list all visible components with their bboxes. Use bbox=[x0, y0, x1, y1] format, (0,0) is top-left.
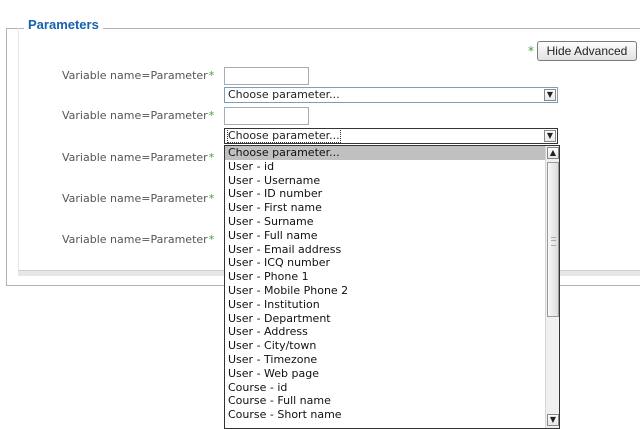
row-2-label-text: Variable name=Parameter bbox=[62, 109, 208, 122]
dropdown-option[interactable]: Course - Full name bbox=[225, 394, 559, 408]
dropdown-option[interactable]: Choose parameter... bbox=[225, 146, 559, 160]
chevron-down-icon[interactable]: ▼ bbox=[547, 414, 559, 426]
chevron-down-icon[interactable]: ▼ bbox=[544, 130, 556, 142]
row-2-parameter-select[interactable]: Choose parameter... ▼ bbox=[224, 128, 558, 144]
dropdown-option[interactable]: User - Username bbox=[225, 174, 559, 188]
row-5-label-text: Variable name=Parameter bbox=[62, 233, 208, 246]
dropdown-option[interactable]: User - City/town bbox=[225, 339, 559, 353]
dropdown-option[interactable]: User - Phone 1 bbox=[225, 270, 559, 284]
scrollbar-thumb[interactable] bbox=[547, 162, 559, 317]
dropdown-option[interactable]: User - First name bbox=[225, 201, 559, 215]
chevron-down-icon[interactable]: ▼ bbox=[544, 89, 556, 101]
hide-advanced-button[interactable]: Hide Advanced bbox=[537, 41, 637, 61]
dropdown-option[interactable]: User - ICQ number bbox=[225, 256, 559, 270]
row-2-text-input[interactable] bbox=[224, 107, 309, 125]
dropdown-option[interactable]: User - ID number bbox=[225, 187, 559, 201]
required-mark: * bbox=[208, 192, 215, 205]
row-4-label-text: Variable name=Parameter bbox=[62, 192, 208, 205]
row-3-label: Variable name=Parameter* bbox=[62, 151, 214, 164]
dropdown-option[interactable]: User - Email address bbox=[225, 243, 559, 257]
dropdown-option[interactable]: User - Timezone bbox=[225, 353, 559, 367]
dropdown-scrollbar[interactable]: ▲ ▼ bbox=[545, 146, 559, 428]
required-mark: * bbox=[208, 109, 215, 122]
row-1-label-text: Variable name=Parameter bbox=[62, 69, 208, 82]
required-mark: * bbox=[208, 233, 215, 246]
dropdown-option[interactable]: User - Full name bbox=[225, 229, 559, 243]
row-1-select-value: Choose parameter... bbox=[228, 88, 340, 101]
dropdown-option[interactable]: User - Surname bbox=[225, 215, 559, 229]
row-2-select-value: Choose parameter... bbox=[227, 128, 341, 143]
dropdown-option[interactable]: Course - Short name bbox=[225, 408, 559, 422]
row-4-label: Variable name=Parameter* bbox=[62, 192, 214, 205]
required-mark: * bbox=[208, 69, 215, 82]
dropdown-option[interactable]: User - id bbox=[225, 160, 559, 174]
grip-icon bbox=[551, 237, 556, 246]
row-1-label: Variable name=Parameter* bbox=[62, 69, 214, 82]
row-1-text-input[interactable] bbox=[224, 67, 309, 85]
parameter-dropdown-list[interactable]: Choose parameter... User - id User - Use… bbox=[224, 145, 560, 429]
dropdown-option[interactable]: User - Institution bbox=[225, 298, 559, 312]
row-3-label-text: Variable name=Parameter bbox=[62, 151, 208, 164]
row-2-label: Variable name=Parameter* bbox=[62, 109, 214, 122]
required-mark: * bbox=[208, 151, 215, 164]
dropdown-option[interactable]: User - Mobile Phone 2 bbox=[225, 284, 559, 298]
row-1-parameter-select[interactable]: Choose parameter... ▼ bbox=[224, 87, 558, 103]
dropdown-option[interactable]: User - Web page bbox=[225, 367, 559, 381]
dropdown-option[interactable]: Course - id bbox=[225, 381, 559, 395]
required-mark: * bbox=[528, 44, 534, 58]
dropdown-option[interactable]: User - Department bbox=[225, 312, 559, 326]
chevron-up-icon[interactable]: ▲ bbox=[547, 147, 559, 159]
row-5-label: Variable name=Parameter* bbox=[62, 233, 214, 246]
dropdown-option[interactable]: User - Address bbox=[225, 325, 559, 339]
